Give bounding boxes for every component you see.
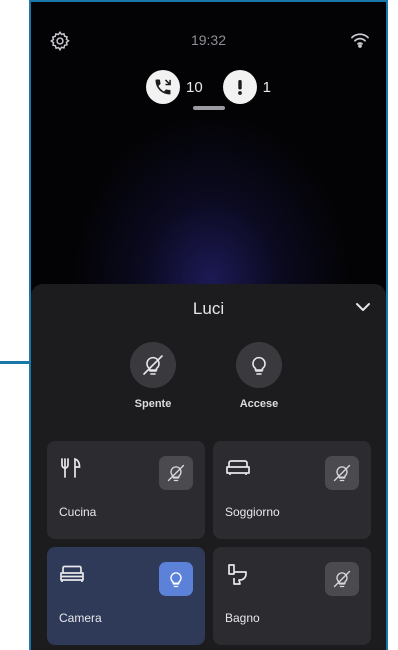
notification-counters: 10 1 <box>31 70 386 104</box>
room-name: Bagno <box>225 611 260 625</box>
alerts-count: 1 <box>262 78 272 96</box>
light-toggle-soggiorno[interactable] <box>325 456 359 490</box>
quick-label-on: Accese <box>239 398 279 410</box>
bulb-on-icon[interactable] <box>236 342 282 388</box>
toilet-icon <box>225 563 251 585</box>
device-screen: 19:32 10 1 Luci Spente Accese Cucina Sog… <box>29 0 388 650</box>
light-toggle-camera[interactable] <box>159 562 193 596</box>
light-toggle-cucina[interactable] <box>159 456 193 490</box>
room-tile-bagno[interactable]: Bagno <box>213 547 371 645</box>
drag-handle[interactable] <box>192 106 225 110</box>
cutlery-icon <box>59 457 85 479</box>
bed-icon <box>59 563 85 585</box>
calls-counter[interactable]: 10 <box>145 70 203 104</box>
room-tile-camera[interactable]: Camera <box>47 547 205 645</box>
lights-sheet: Luci Spente Accese Cucina Soggiorno Came… <box>31 284 386 650</box>
wifi-icon <box>350 32 370 48</box>
phone-icon <box>145 70 180 104</box>
calls-count: 10 <box>185 78 203 96</box>
light-toggle-bagno[interactable] <box>325 562 359 596</box>
all-off-control[interactable]: Spente <box>113 342 193 410</box>
sheet-title: Luci <box>192 299 225 318</box>
status-bar: 19:32 <box>31 2 386 62</box>
chevron-down-icon[interactable] <box>354 300 372 314</box>
clock: 19:32 <box>190 32 227 48</box>
room-name: Soggiorno <box>225 505 280 519</box>
bulb-off-icon[interactable] <box>130 342 176 388</box>
quick-label-off: Spente <box>134 398 172 410</box>
room-tile-soggiorno[interactable]: Soggiorno <box>213 441 371 539</box>
alerts-counter[interactable]: 1 <box>222 70 272 104</box>
room-name: Camera <box>59 611 102 625</box>
sofa-icon <box>225 457 251 479</box>
room-tile-cucina[interactable]: Cucina <box>47 441 205 539</box>
all-on-control[interactable]: Accese <box>219 342 299 410</box>
room-name: Cucina <box>59 505 97 519</box>
exclamation-icon <box>222 70 257 104</box>
